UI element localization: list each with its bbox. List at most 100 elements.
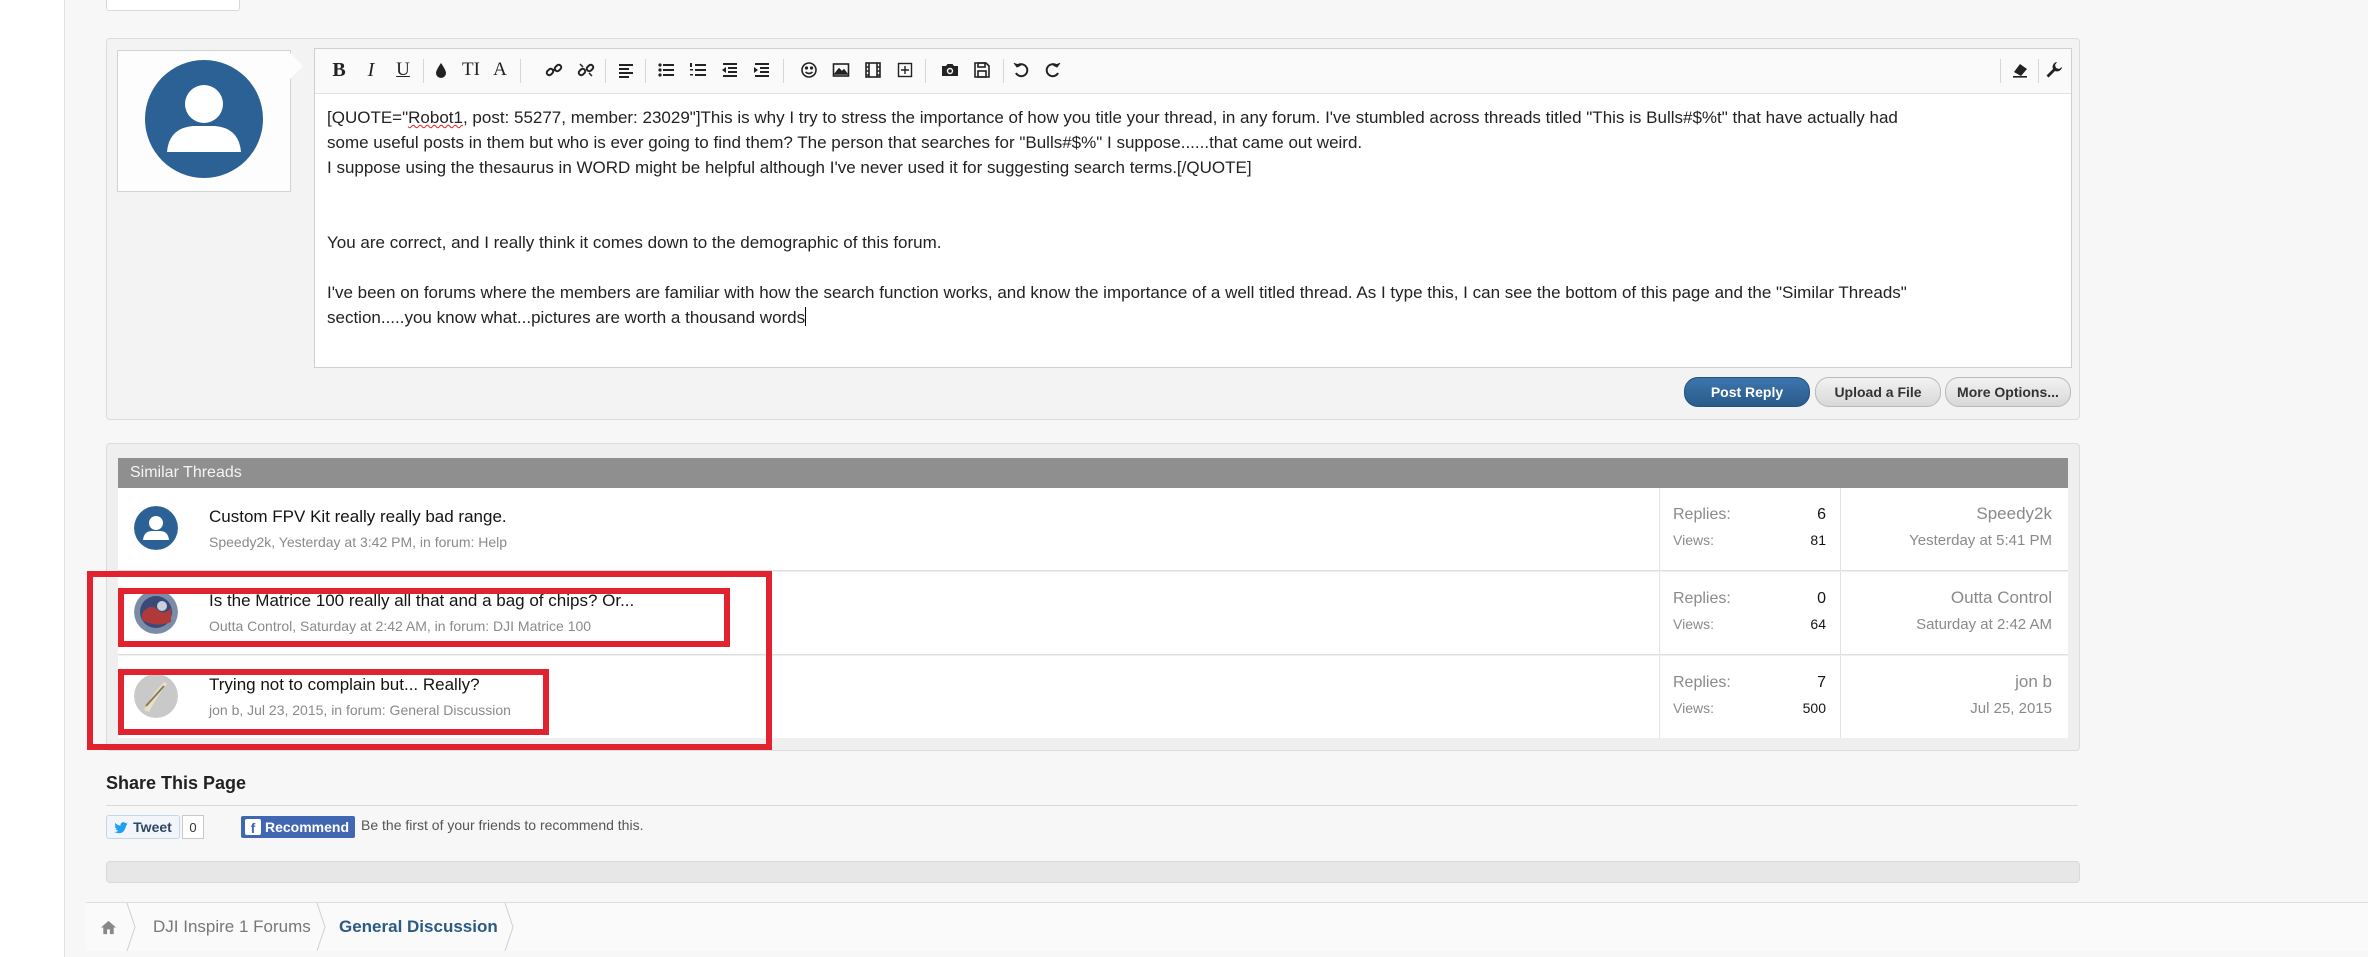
thread-row: Is the Matrice 100 really all that and a… (118, 572, 2068, 655)
unlink-icon[interactable] (573, 57, 599, 83)
underline-button[interactable]: U (390, 57, 416, 83)
link-icon[interactable] (541, 57, 567, 83)
redo-icon[interactable] (1040, 57, 1066, 83)
toolbar-divider (2000, 59, 2001, 83)
views-count: 500 (1802, 700, 1826, 716)
quote-line: [QUOTE="Robot1, post: 55277, member: 230… (327, 108, 1898, 127)
views-label: Views: (1673, 532, 1714, 548)
thread-title-link[interactable]: Is the Matrice 100 really all that and a… (209, 591, 634, 611)
default-avatar-icon (134, 506, 178, 550)
thread-meta: Speedy2k, Yesterday at 3:42 PM, in forum… (209, 534, 508, 550)
reply-line: section.....you know what...pictures are… (327, 307, 807, 327)
toolbar-divider (520, 59, 521, 83)
twitter-bird-icon (114, 821, 128, 834)
reply-line: I've been on forums where the members ar… (327, 283, 1907, 302)
last-poster-link[interactable]: Speedy2k (1976, 504, 2052, 524)
footer-bar (106, 861, 2080, 883)
user-avatar-photo (134, 674, 178, 718)
tweet-button[interactable]: Tweet (106, 815, 180, 839)
last-poster-link[interactable]: Outta Control (1951, 588, 2052, 608)
views-label: Views: (1673, 616, 1714, 632)
undo-icon[interactable] (1008, 57, 1034, 83)
more-options-button[interactable]: More Options... (1945, 377, 2071, 407)
breadcrumb-item[interactable]: DJI Inspire 1 Forums (153, 903, 311, 951)
replies-label: Replies: (1673, 506, 1731, 523)
views-count: 64 (1810, 616, 1826, 632)
avatar-pointer (289, 52, 303, 80)
wrench-icon[interactable] (2041, 57, 2067, 83)
bullet-list-icon[interactable] (653, 57, 679, 83)
breadcrumb-separator (504, 903, 514, 951)
indent-icon[interactable] (749, 57, 775, 83)
views-count: 81 (1810, 532, 1826, 548)
message-editor[interactable]: B I U TI A [QUOTE="Robot1, post: 55277, … (314, 48, 2072, 368)
replies-label: Replies: (1673, 590, 1731, 607)
recommend-label: Recommend (265, 819, 350, 835)
last-post-date: Saturday at 2:42 AM (1916, 616, 2052, 633)
thread-meta: jon b, Jul 23, 2015, in forum: General D… (209, 702, 511, 718)
facebook-social-text: Be the first of your friends to recommen… (361, 817, 644, 833)
thread-row: Trying not to complain but... Really? jo… (118, 656, 2068, 738)
user-avatar-photo (134, 590, 178, 634)
breadcrumb: DJI Inspire 1 Forums General Discussion (86, 902, 2368, 951)
toolbar-divider (605, 59, 606, 83)
thread-meta: Outta Control, Saturday at 2:42 AM, in f… (209, 618, 592, 634)
breadcrumb-item-current[interactable]: General Discussion (339, 903, 498, 951)
camera-icon[interactable] (937, 57, 963, 83)
divider (106, 805, 2078, 806)
bold-button[interactable]: B (326, 57, 352, 83)
save-icon[interactable] (969, 57, 995, 83)
previous-post-footer (106, 0, 240, 11)
eraser-icon[interactable] (2007, 57, 2033, 83)
upload-file-button[interactable]: Upload a File (1815, 377, 1941, 407)
align-left-icon[interactable] (613, 57, 639, 83)
smiley-icon[interactable] (796, 57, 822, 83)
thread-stats: Replies: 6 Views: 81 (1659, 488, 1950, 570)
default-avatar-icon (145, 60, 263, 178)
thread-row: Custom FPV Kit really really bad range. … (118, 488, 2068, 571)
share-title: Share This Page (106, 773, 247, 793)
insert-icon[interactable] (892, 57, 918, 83)
views-label: Views: (1673, 700, 1714, 716)
quote-line: some useful posts in them but who is eve… (327, 133, 1363, 152)
tweet-label: Tweet (133, 819, 172, 835)
media-icon[interactable] (860, 57, 886, 83)
text-caret (805, 307, 807, 326)
numbered-list-icon[interactable] (685, 57, 711, 83)
editor-toolbar: B I U TI A (315, 49, 2071, 94)
quote-line: I suppose using the thesaurus in WORD mi… (327, 158, 1252, 177)
font-color-icon[interactable] (428, 57, 454, 83)
home-icon[interactable] (100, 903, 117, 951)
quote-username: Robot1 (408, 108, 463, 127)
facebook-icon: f (245, 819, 261, 835)
breadcrumb-separator (126, 903, 136, 951)
toolbar-divider (2038, 59, 2039, 83)
facebook-recommend-button[interactable]: f Recommend (241, 816, 355, 838)
replies-label: Replies: (1673, 674, 1731, 691)
italic-button[interactable]: I (358, 57, 384, 83)
toolbar-divider (925, 59, 926, 83)
toolbar-divider (1003, 59, 1004, 83)
outdent-icon[interactable] (717, 57, 743, 83)
replies-count: 0 (1817, 590, 1826, 607)
similar-threads-header: Similar Threads (118, 458, 2068, 488)
last-post-date: Jul 25, 2015 (1970, 700, 2052, 717)
replies-count: 6 (1817, 506, 1826, 523)
editor-content[interactable]: [QUOTE="Robot1, post: 55277, member: 230… (327, 105, 2057, 330)
font-family-button[interactable]: A (487, 57, 513, 83)
last-poster-link[interactable]: jon b (2015, 672, 2052, 692)
toolbar-divider (783, 59, 784, 83)
thread-stats: Replies: 7 Views: 500 (1659, 656, 1950, 738)
thread-title-link[interactable]: Trying not to complain but... Really? (209, 675, 480, 695)
toolbar-divider (423, 59, 424, 83)
image-icon[interactable] (828, 57, 854, 83)
last-post-date: Yesterday at 5:41 PM (1909, 532, 2052, 549)
reply-line: You are correct, and I really think it c… (327, 233, 942, 252)
thread-title-link[interactable]: Custom FPV Kit really really bad range. (209, 507, 507, 527)
breadcrumb-separator (316, 903, 326, 951)
tweet-count: 0 (182, 815, 204, 839)
post-reply-button[interactable]: Post Reply (1684, 377, 1810, 407)
thread-stats: Replies: 0 Views: 64 (1659, 572, 1950, 654)
replies-count: 7 (1817, 674, 1826, 691)
font-size-button[interactable]: TI (458, 57, 484, 83)
